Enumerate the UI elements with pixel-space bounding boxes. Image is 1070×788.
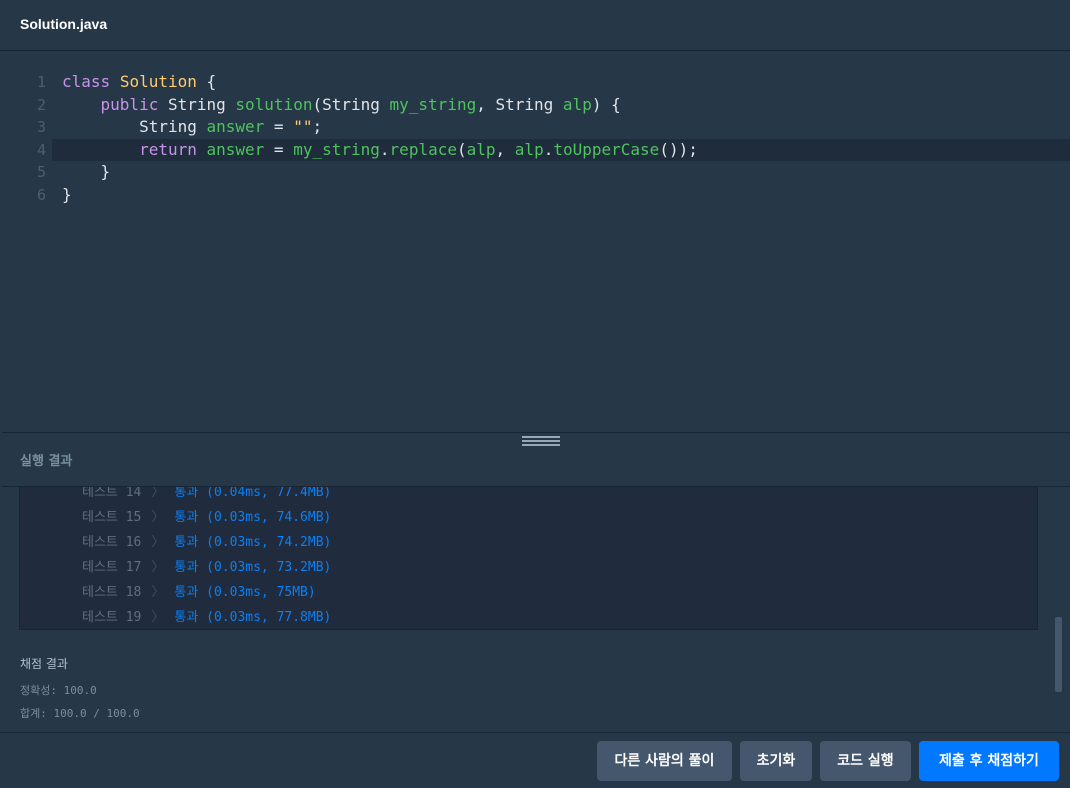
code-line[interactable]: 2 public String solution(String my_strin… xyxy=(2,94,1070,116)
code-token: { xyxy=(196,72,217,91)
results-area: 테스트 14 〉 통과 (0.04ms, 77.4MB) 테스트 15 〉 통과 (0.0… xyxy=(0,487,1070,732)
code-token: replace xyxy=(389,139,457,159)
code-token: alp xyxy=(562,94,592,114)
code-token: "" xyxy=(293,117,313,136)
result-title: 실행 결과 xyxy=(20,454,73,469)
code-token: Solution xyxy=(119,72,197,91)
reset-button[interactable]: 초기화 xyxy=(740,741,812,781)
line-number: 6 xyxy=(36,185,46,204)
test-row: 테스트 17 〉 통과 (0.03ms, 73.2MB) xyxy=(82,555,331,580)
code-text: return answer = my_string.replace(alp, a… xyxy=(62,139,698,161)
test-result: 통과 (0.03ms, 75MB) xyxy=(174,585,316,600)
test-label: 테스트 19 xyxy=(82,610,142,625)
test-label: 테스트 17 xyxy=(82,560,142,575)
chevron-right-icon: 〉 xyxy=(151,610,165,625)
code-token: solution xyxy=(235,94,313,114)
code-token: = xyxy=(264,139,294,159)
code-line[interactable]: 1 class Solution { xyxy=(2,71,1070,93)
code-token: my_string xyxy=(389,94,477,114)
test-result: 통과 (0.03ms, 74.2MB) xyxy=(174,535,332,550)
code-token: ) { xyxy=(591,94,621,114)
test-label: 테스트 15 xyxy=(82,510,142,525)
run-code-button[interactable]: 코드 실행 xyxy=(820,741,911,781)
test-row: 테스트 15 〉 통과 (0.03ms, 74.6MB) xyxy=(82,505,331,530)
chevron-right-icon: 〉 xyxy=(151,535,165,550)
file-tab[interactable]: Solution.java xyxy=(20,16,107,32)
submit-button[interactable]: 제출 후 채점하기 xyxy=(919,741,1059,781)
editor-tab-bar: Solution.java xyxy=(0,0,1070,51)
code-token: , String xyxy=(476,94,563,114)
code-token: String xyxy=(62,117,207,136)
total-score-text: 합계: 100.0 / 100.0 xyxy=(20,707,140,720)
chevron-right-icon: 〉 xyxy=(151,510,165,525)
code-token: String xyxy=(158,94,236,114)
code-text: String answer = ""; xyxy=(62,116,322,138)
code-token: , xyxy=(495,139,515,159)
code-token: alp xyxy=(514,139,544,159)
test-results-list[interactable]: 테스트 14 〉 통과 (0.04ms, 77.4MB) 테스트 15 〉 통과 (0.0… xyxy=(19,487,1038,630)
code-token: . xyxy=(379,139,390,159)
code-token: answer xyxy=(206,117,265,136)
code-line[interactable]: 4 return answer = my_string.replace(alp,… xyxy=(37,138,1070,161)
code-token: ( xyxy=(456,139,467,159)
code-text: class Solution { xyxy=(62,71,216,93)
test-result: 통과 (0.03ms, 73.2MB) xyxy=(174,560,332,575)
line-number: 3 xyxy=(36,118,46,136)
test-result: 통과 (0.04ms, 77.4MB) xyxy=(174,487,332,500)
code-token: my_string xyxy=(293,139,380,159)
test-label: 테스트 16 xyxy=(82,535,142,550)
code-token: ; xyxy=(312,117,323,136)
action-footer: 다른 사람의 풀이 초기화 코드 실행 제출 후 채점하기 xyxy=(0,732,1070,788)
code-token: class xyxy=(62,72,111,91)
line-number: 2 xyxy=(36,95,46,114)
test-row: 테스트 16 〉 통과 (0.03ms, 74.2MB) xyxy=(82,530,331,555)
grade-title: 채점 결과 xyxy=(20,657,68,671)
test-label: 테스트 14 xyxy=(82,487,142,500)
code-token: alp xyxy=(466,139,496,159)
code-text: } xyxy=(62,161,111,183)
line-number: 5 xyxy=(36,163,46,181)
results-scrollbar[interactable] xyxy=(1055,617,1062,692)
test-row: 테스트 19 〉 통과 (0.03ms, 77.8MB) xyxy=(82,605,332,629)
line-number: 1 xyxy=(36,73,46,91)
code-token: public xyxy=(100,94,159,114)
code-line[interactable]: 5 } xyxy=(2,161,1070,183)
chevron-right-icon: 〉 xyxy=(151,585,165,600)
code-token: = xyxy=(264,117,294,136)
code-line[interactable]: 3 String answer = ""; xyxy=(2,116,1070,138)
code-text: public String solution(String my_string,… xyxy=(62,94,621,116)
drag-handle-icon[interactable] xyxy=(522,436,560,446)
code-token: (String xyxy=(312,94,390,114)
test-label: 테스트 18 xyxy=(82,585,142,600)
test-result: 통과 (0.03ms, 74.6MB) xyxy=(174,510,332,525)
chevron-right-icon: 〉 xyxy=(151,487,165,500)
code-line[interactable]: 6} xyxy=(2,184,1070,206)
code-editor[interactable]: 1 class Solution {2 public String solutio… xyxy=(2,52,1070,432)
code-token: ()); xyxy=(659,139,698,159)
test-row: 테스트 14 〉 통과 (0.04ms, 77.4MB) xyxy=(82,487,331,505)
others-solutions-button[interactable]: 다른 사람의 풀이 xyxy=(597,741,732,781)
code-token: } xyxy=(62,162,111,181)
line-number: 4 xyxy=(36,140,46,159)
accuracy-text: 정확성: 100.0 xyxy=(20,684,97,697)
test-result: 통과 (0.03ms, 77.8MB) xyxy=(174,610,332,625)
result-panel-header: 실행 결과 xyxy=(2,432,1070,487)
code-token: return xyxy=(139,139,197,159)
code-token: toUpperCase xyxy=(553,139,660,159)
code-token: answer xyxy=(206,139,265,159)
chevron-right-icon: 〉 xyxy=(151,560,165,575)
code-token: } xyxy=(62,184,72,204)
test-row: 테스트 18 〉 통과 (0.03ms, 75MB) xyxy=(82,580,316,605)
code-text: } xyxy=(62,184,72,206)
code-token: . xyxy=(543,139,554,159)
